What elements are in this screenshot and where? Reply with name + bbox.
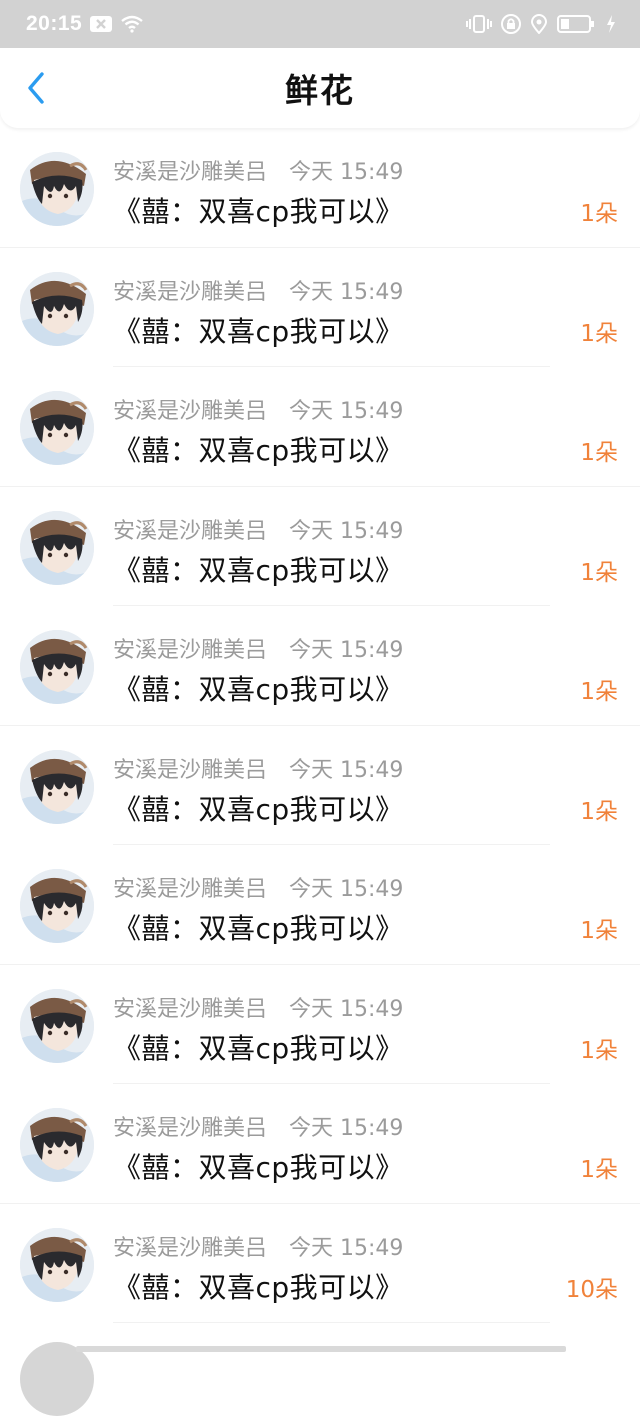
sender-name: 安溪是沙雕美吕 <box>113 1235 268 1261</box>
back-button[interactable] <box>18 70 54 106</box>
avatar[interactable] <box>20 391 94 465</box>
chevron-left-icon <box>28 72 44 104</box>
avatar[interactable] <box>20 988 94 1063</box>
sender-name: 安溪是沙雕美吕 <box>113 757 268 783</box>
message-text: 《囍：双喜cp我可以》 <box>113 195 404 228</box>
nav-header: 鲜花 <box>0 48 640 128</box>
avatar[interactable] <box>20 510 94 585</box>
timestamp: 今天 15:49 <box>289 757 404 783</box>
flower-record-list: 安溪是沙雕美吕 今天 15:49 《囍：双喜cp我可以》 1朵 安溪是沙雕美吕 … <box>0 128 640 1323</box>
location-icon <box>530 14 548 34</box>
list-item[interactable]: 安溪是沙雕美吕 今天 15:49 《囍：双喜cp我可以》 1朵 <box>0 845 640 965</box>
divider <box>113 1322 550 1323</box>
message-text: 《囍：双喜cp我可以》 <box>113 792 404 826</box>
list-item[interactable]: 安溪是沙雕美吕 今天 15:49 《囍：双喜cp我可以》 1朵 <box>0 726 640 845</box>
avatar[interactable] <box>20 749 94 824</box>
list-item[interactable]: 安溪是沙雕美吕 今天 15:49 《囍：双喜cp我可以》 1朵 <box>0 367 640 487</box>
notification-x-icon <box>90 16 113 32</box>
list-item[interactable]: 安溪是沙雕美吕 今天 15:49 《囍：双喜cp我可以》 1朵 <box>0 128 640 248</box>
sender-name: 安溪是沙雕美吕 <box>113 996 268 1022</box>
status-bar: 20:15 <box>0 0 640 48</box>
list-item[interactable]: 安溪是沙雕美吕 今天 15:49 《囍：双喜cp我可以》 1朵 <box>0 1084 640 1204</box>
page-title: 鲜花 <box>285 71 355 110</box>
vibrate-icon <box>466 14 492 34</box>
flower-count: 1朵 <box>580 559 618 586</box>
list-item[interactable]: 安溪是沙雕美吕 今天 15:49 《囍：双喜cp我可以》 1朵 <box>0 248 640 367</box>
message-text: 《囍：双喜cp我可以》 <box>113 553 404 587</box>
avatar[interactable] <box>20 152 94 226</box>
list-item-partial <box>76 1346 566 1352</box>
timestamp: 今天 15:49 <box>289 160 404 185</box>
sender-name: 安溪是沙雕美吕 <box>113 279 268 305</box>
flower-count: 1朵 <box>580 679 618 705</box>
flower-count: 1朵 <box>580 1157 618 1183</box>
avatar[interactable] <box>20 630 94 704</box>
timestamp: 今天 15:49 <box>289 1235 404 1261</box>
flower-count: 1朵 <box>580 320 618 347</box>
charging-icon <box>606 15 616 33</box>
message-text: 《囍：双喜cp我可以》 <box>113 673 404 706</box>
lock-icon <box>501 14 521 34</box>
message-text: 《囍：双喜cp我可以》 <box>113 314 404 348</box>
list-item[interactable]: 安溪是沙雕美吕 今天 15:49 《囍：双喜cp我可以》 10朵 <box>0 1204 640 1323</box>
timestamp: 今天 15:49 <box>289 877 404 902</box>
list-item[interactable]: 安溪是沙雕美吕 今天 15:49 《囍：双喜cp我可以》 1朵 <box>0 606 640 726</box>
battery-icon <box>557 14 597 34</box>
flower-count: 1朵 <box>580 1037 618 1064</box>
avatar[interactable] <box>20 271 94 346</box>
timestamp: 今天 15:49 <box>289 638 404 663</box>
message-text: 《囍：双喜cp我可以》 <box>113 912 404 945</box>
message-text: 《囍：双喜cp我可以》 <box>113 1031 404 1065</box>
message-text: 《囍：双喜cp我可以》 <box>113 1270 404 1304</box>
flower-count: 10朵 <box>565 1276 618 1303</box>
sender-name: 安溪是沙雕美吕 <box>113 160 268 185</box>
wifi-icon <box>120 15 144 33</box>
message-text: 《囍：双喜cp我可以》 <box>113 434 404 467</box>
list-item[interactable]: 安溪是沙雕美吕 今天 15:49 《囍：双喜cp我可以》 1朵 <box>0 487 640 606</box>
avatar-partial <box>20 1342 94 1416</box>
timestamp: 今天 15:49 <box>289 518 404 544</box>
avatar[interactable] <box>20 1227 94 1302</box>
flower-count: 1朵 <box>580 201 618 227</box>
sender-name: 安溪是沙雕美吕 <box>113 518 268 544</box>
timestamp: 今天 15:49 <box>289 399 404 424</box>
sender-name: 安溪是沙雕美吕 <box>113 399 268 424</box>
avatar[interactable] <box>20 1108 94 1182</box>
list-item[interactable]: 安溪是沙雕美吕 今天 15:49 《囍：双喜cp我可以》 1朵 <box>0 965 640 1084</box>
timestamp: 今天 15:49 <box>289 1116 404 1141</box>
flower-count: 1朵 <box>580 918 618 944</box>
flower-count: 1朵 <box>580 798 618 825</box>
message-text: 《囍：双喜cp我可以》 <box>113 1151 404 1184</box>
timestamp: 今天 15:49 <box>289 996 404 1022</box>
avatar[interactable] <box>20 869 94 943</box>
status-time: 20:15 <box>26 12 83 35</box>
sender-name: 安溪是沙雕美吕 <box>113 638 268 663</box>
sender-name: 安溪是沙雕美吕 <box>113 1116 268 1141</box>
flower-count: 1朵 <box>580 440 618 466</box>
timestamp: 今天 15:49 <box>289 279 404 305</box>
sender-name: 安溪是沙雕美吕 <box>113 877 268 902</box>
